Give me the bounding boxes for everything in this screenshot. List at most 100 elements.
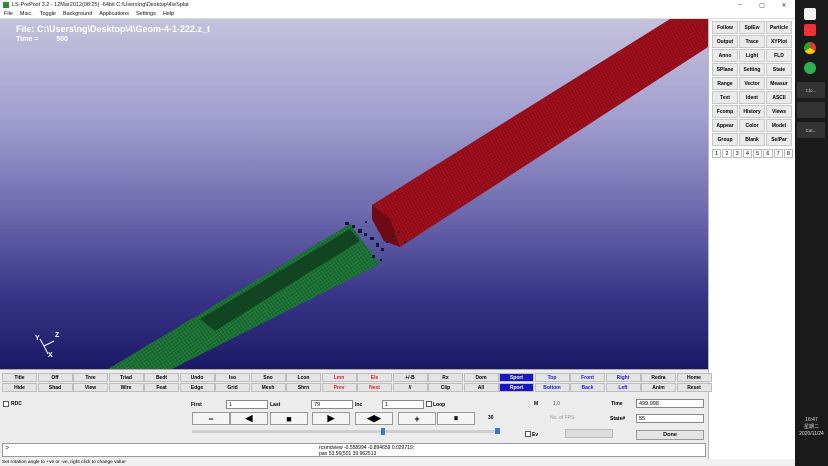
- panel-button-selpar[interactable]: SelPar: [766, 133, 792, 146]
- maximize-button[interactable]: ▢: [752, 0, 772, 10]
- panel-button-model[interactable]: Model: [766, 119, 792, 132]
- last-state-input[interactable]: 79: [311, 400, 353, 409]
- state-input[interactable]: 55: [636, 414, 704, 423]
- view-button-grid[interactable]: Grid: [215, 383, 250, 392]
- pause-button[interactable]: ⏸: [437, 412, 475, 425]
- menu-applications[interactable]: Applications: [99, 11, 129, 17]
- view-button-prev[interactable]: Prev: [321, 383, 357, 392]
- animation-slider[interactable]: [192, 428, 497, 435]
- taskbar-app-2[interactable]: [797, 102, 825, 118]
- chrome-icon[interactable]: [804, 42, 816, 54]
- panel-button-measur[interactable]: Measur: [766, 77, 792, 90]
- view-button-front[interactable]: Front: [570, 373, 605, 382]
- taskbar-app-3[interactable]: Cat...: [797, 122, 825, 138]
- view-button-reset[interactable]: Reset: [676, 383, 712, 392]
- view-button-hide[interactable]: Hide: [2, 383, 37, 392]
- increment-input[interactable]: 1: [382, 400, 424, 409]
- plus-button[interactable]: +: [398, 412, 436, 425]
- view-button-tree[interactable]: Tree: [73, 373, 108, 382]
- menu-file[interactable]: File: [4, 11, 13, 17]
- menu-misc[interactable]: Misc.: [20, 11, 33, 17]
- red-app-icon[interactable]: [804, 24, 816, 36]
- panel-button-text[interactable]: Text: [712, 91, 738, 104]
- view-button-edge[interactable]: Edge: [179, 383, 215, 392]
- play-forward-button[interactable]: ▶: [312, 412, 350, 425]
- panel-page-tab-2[interactable]: 2: [722, 149, 732, 158]
- view-button--[interactable]: //: [392, 383, 428, 392]
- menu-settings[interactable]: Settings: [136, 11, 156, 17]
- panel-button-color[interactable]: Color: [739, 119, 765, 132]
- view-button-clip[interactable]: Clip: [428, 383, 463, 392]
- view-button-redra[interactable]: Redra: [641, 373, 676, 382]
- panel-button-light[interactable]: Light: [739, 49, 765, 62]
- ev-checkbox[interactable]: [525, 431, 531, 437]
- view-button-lcon[interactable]: Lcon: [286, 373, 321, 382]
- explorer-icon[interactable]: [804, 8, 816, 20]
- view-button-left[interactable]: Left: [605, 383, 641, 392]
- loop-checkbox[interactable]: [426, 401, 432, 407]
- panel-button-trace[interactable]: Trace: [739, 35, 765, 48]
- view-button-next[interactable]: Next: [357, 383, 392, 392]
- animation-slider-thumb[interactable]: [381, 428, 386, 435]
- panel-button-anno[interactable]: Anno: [712, 49, 738, 62]
- panel-page-tab-5[interactable]: 5: [753, 149, 763, 158]
- speed-slider-thumb[interactable]: [495, 428, 500, 434]
- minimize-button[interactable]: –: [730, 0, 750, 10]
- view-button-all[interactable]: All: [463, 383, 499, 392]
- panel-button-splew[interactable]: SplEw: [739, 21, 765, 34]
- panel-button-fld[interactable]: FLD: [766, 49, 792, 62]
- view-button-rport[interactable]: Rport: [499, 383, 534, 392]
- panel-button-ident[interactable]: Ident: [739, 91, 765, 104]
- view-button-lmn[interactable]: Lmn: [321, 373, 357, 382]
- panel-button-appear[interactable]: Appear: [712, 119, 738, 132]
- view-button-shrn[interactable]: Shrn: [286, 383, 321, 392]
- panel-button-particle[interactable]: Particle: [766, 21, 792, 34]
- play-backward-button[interactable]: ◀: [230, 412, 268, 425]
- view-button-feat[interactable]: Feat: [144, 383, 179, 392]
- menu-help[interactable]: Help: [163, 11, 174, 17]
- view-button-iso[interactable]: Iso: [215, 373, 250, 382]
- view-button-triad[interactable]: Triad: [108, 373, 144, 382]
- panel-page-tab-7[interactable]: 7: [773, 149, 783, 158]
- close-button[interactable]: ✕: [774, 0, 794, 10]
- taskbar-app-1[interactable]: Clo...: [797, 82, 825, 98]
- panel-page-tab-4[interactable]: 4: [742, 149, 752, 158]
- view-button-title[interactable]: Title: [2, 373, 37, 382]
- view-button-bottom[interactable]: Bottom: [534, 383, 570, 392]
- view-button-mesh[interactable]: Mesh: [250, 383, 286, 392]
- panel-button-blank[interactable]: Blank: [739, 133, 765, 146]
- view-button-sport[interactable]: Sport: [499, 373, 534, 382]
- menu-background[interactable]: Background: [63, 11, 92, 17]
- panel-page-tab-1[interactable]: 1: [712, 149, 722, 158]
- panel-button-history[interactable]: History: [739, 105, 765, 118]
- view-button-ele[interactable]: Ele: [357, 373, 392, 382]
- panel-button-follow[interactable]: Follow: [712, 21, 738, 34]
- bounce-button[interactable]: ◀▶: [355, 412, 393, 425]
- clock[interactable]: 16:47 星期二 2020/11/24: [795, 417, 828, 438]
- panel-button-state[interactable]: State: [766, 63, 792, 76]
- panel-button-xyplot[interactable]: XYPlot: [766, 35, 792, 48]
- graphics-viewport[interactable]: File: C:\Users\ng\Desktop\4\Geom-4-1-222…: [0, 19, 708, 369]
- view-button-anim[interactable]: Anim: [641, 383, 676, 392]
- view-button-off[interactable]: Off: [37, 373, 73, 382]
- view-button-back[interactable]: Back: [570, 383, 605, 392]
- view-button-undo[interactable]: Undo: [179, 373, 215, 382]
- view-button-right[interactable]: Right: [605, 373, 641, 382]
- panel-button-range[interactable]: Range: [712, 77, 738, 90]
- menu-toggle[interactable]: Toggle: [40, 11, 56, 17]
- panel-button-fcomp[interactable]: Fcomp: [712, 105, 738, 118]
- panel-page-tab-3[interactable]: 3: [732, 149, 742, 158]
- ev-select[interactable]: [565, 429, 613, 438]
- view-button-home[interactable]: Home: [676, 373, 712, 382]
- done-button[interactable]: Done: [636, 430, 704, 440]
- wechat-icon[interactable]: [804, 62, 816, 74]
- view-button--b[interactable]: +/-B: [392, 373, 428, 382]
- view-button-rx[interactable]: Rx: [428, 373, 463, 382]
- panel-button-vector[interactable]: Vector: [739, 77, 765, 90]
- rdc-checkbox[interactable]: [3, 401, 9, 407]
- time-input[interactable]: 499.998: [636, 399, 704, 408]
- command-area[interactable]: > rcsmdview -0.558994 -0.894659 0.029719…: [2, 443, 706, 457]
- panel-button-splane[interactable]: SPlane: [712, 63, 738, 76]
- panel-page-tab-6[interactable]: 6: [763, 149, 773, 158]
- panel-button-views[interactable]: Views: [766, 105, 792, 118]
